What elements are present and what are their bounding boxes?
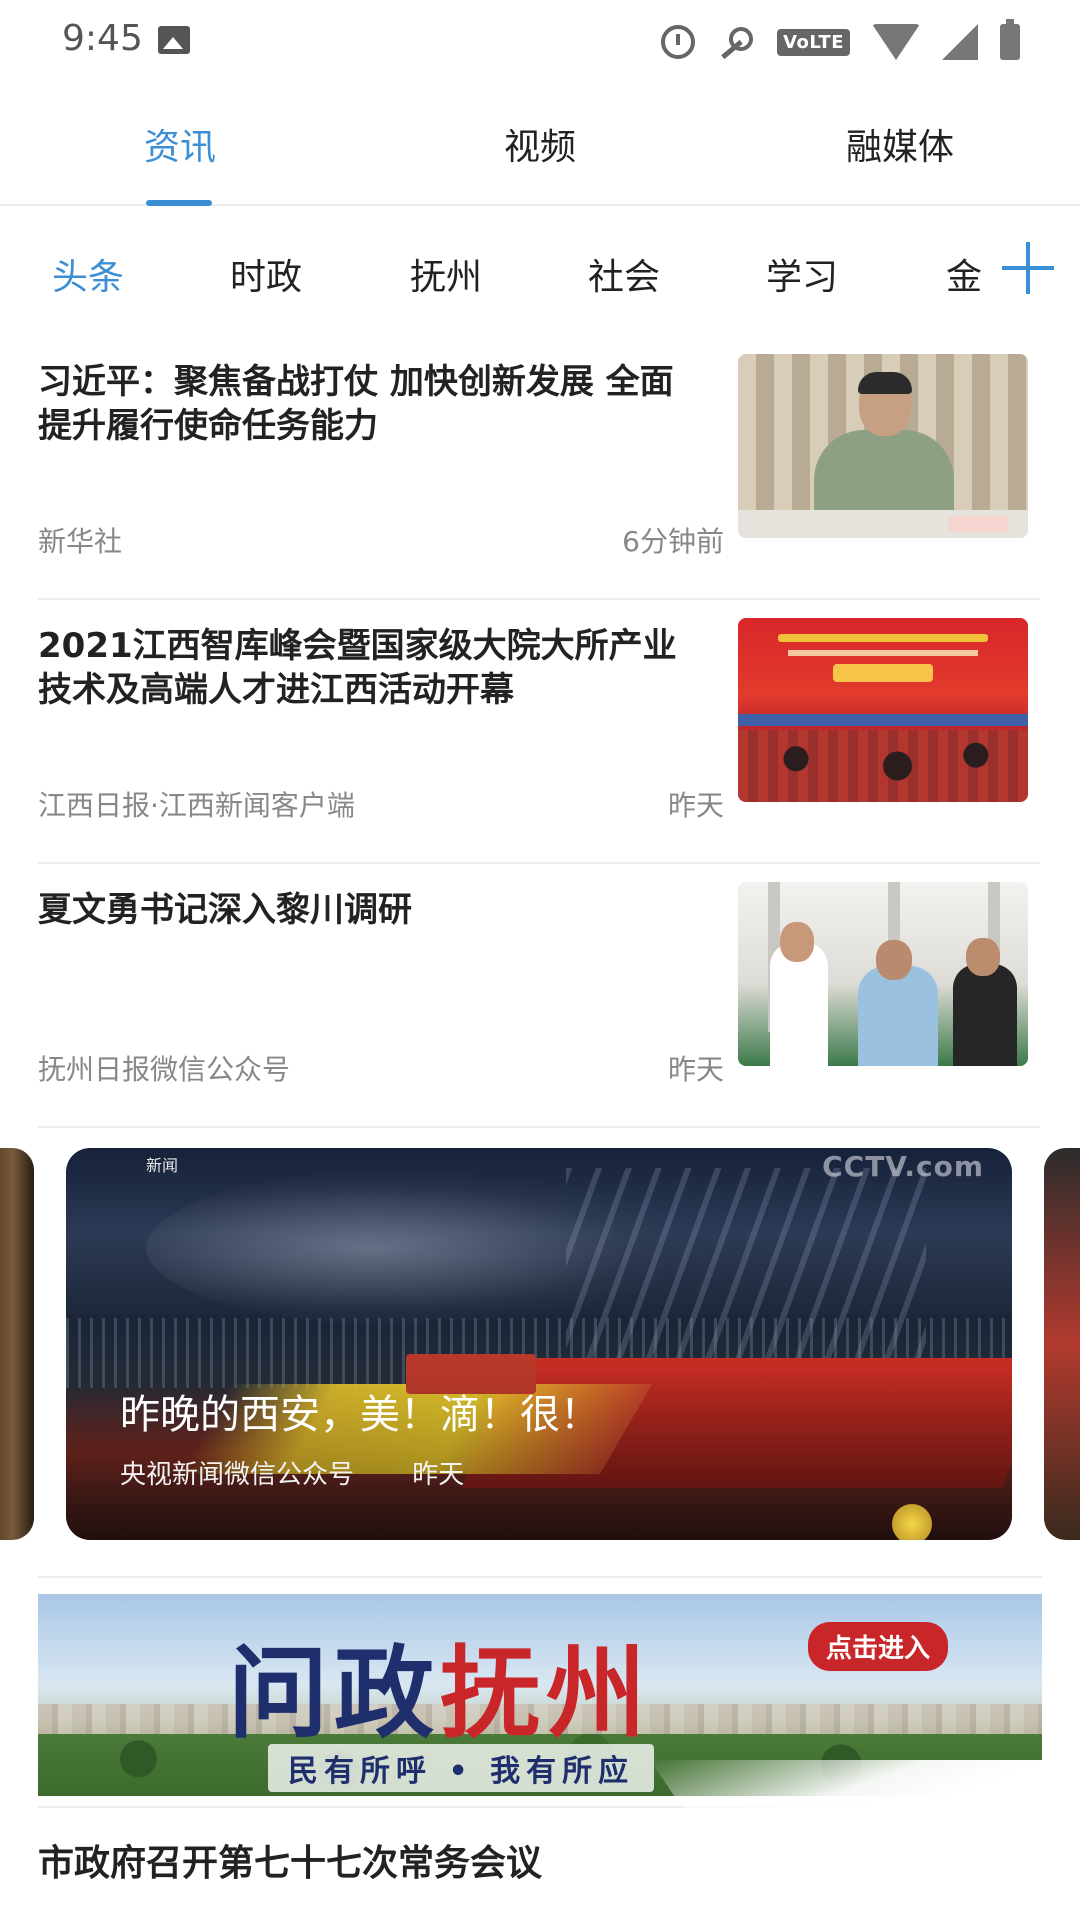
video-carousel[interactable]: 新闻 CCTV.com 昨晚的西安，美！滴！很！ 央视新闻微信公众号 昨天 — [0, 1148, 1080, 1540]
image-icon — [158, 26, 190, 54]
category-tab-study[interactable]: 学习 — [766, 248, 838, 300]
news-source: 江西日报·江西新闻客户端 — [38, 789, 355, 822]
vpn-key-icon — [717, 25, 755, 59]
status-bar: 9:45 VoLTE — [0, 0, 1080, 84]
signal-icon — [942, 24, 978, 60]
status-icons: VoLTE — [661, 19, 1020, 62]
card-corner-label: 新闻 — [146, 1156, 179, 1175]
category-tab-finance[interactable]: 金 — [946, 248, 982, 300]
news-time: 昨天 — [667, 1053, 724, 1086]
carousel-prev-card[interactable] — [0, 1148, 34, 1540]
divider — [38, 1576, 1042, 1578]
category-tab-bar: 头条 时政 抚州 社会 学习 金 — [0, 206, 1080, 336]
news-time: 昨天 — [667, 789, 724, 822]
carousel-next-card[interactable] — [1044, 1148, 1080, 1540]
wifi-icon — [872, 24, 920, 60]
carousel-card[interactable]: 新闻 CCTV.com 昨晚的西安，美！滴！很！ 央视新闻微信公众号 昨天 — [66, 1148, 1012, 1540]
news-thumbnail — [738, 354, 1028, 538]
news-item[interactable]: 习近平：聚焦备战打仗 加快创新发展 全面提升履行使命任务能力 新华社 6分钟前 — [38, 336, 1040, 600]
carousel-title: 昨晚的西安，美！滴！很！ — [120, 1392, 600, 1438]
news-item[interactable]: 夏文勇书记深入黎川调研 抚州日报微信公众号 昨天 — [38, 864, 1040, 1128]
carousel-meta: 央视新闻微信公众号 昨天 — [120, 1454, 464, 1491]
banner-title: 问政抚州 — [228, 1634, 652, 1752]
category-tab-fuzhou[interactable]: 抚州 — [410, 248, 482, 300]
category-tab-headlines[interactable]: 头条 — [52, 248, 124, 300]
news-title[interactable]: 市政府召开第七十七次常务会议 — [38, 1834, 542, 1886]
alarm-icon — [661, 25, 696, 59]
emblem-icon — [892, 1504, 932, 1540]
cctv-logo: CCTV.com — [822, 1150, 984, 1183]
carousel-time: 昨天 — [412, 1460, 465, 1490]
news-title: 夏文勇书记深入黎川调研 — [38, 890, 412, 930]
tab-media[interactable]: 融媒体 — [846, 118, 954, 170]
category-tab-society[interactable]: 社会 — [588, 248, 660, 300]
banner-slogan: 民有所呼 • 我有所应 — [268, 1744, 655, 1792]
enter-button[interactable]: 点击进入 — [808, 1622, 949, 1671]
add-category-icon[interactable] — [1002, 242, 1054, 294]
news-source: 抚州日报微信公众号 — [38, 1053, 291, 1086]
main-tab-bar: 资讯 视频 融媒体 — [0, 84, 1080, 206]
tab-news[interactable]: 资讯 — [144, 118, 216, 170]
news-title: 2021江西智库峰会暨国家级大院大所产业技术及高端人才进江西活动开幕 — [38, 626, 677, 710]
news-source: 新华社 — [38, 525, 123, 558]
category-tab-politics[interactable]: 时政 — [230, 248, 302, 300]
status-time: 9:45 — [62, 18, 143, 59]
volte-icon: VoLTE — [777, 28, 850, 56]
tab-video[interactable]: 视频 — [504, 118, 576, 170]
news-thumbnail — [738, 618, 1028, 802]
carousel-source: 央视新闻微信公众号 — [120, 1460, 355, 1490]
battery-icon — [1000, 19, 1020, 60]
news-thumbnail — [738, 882, 1028, 1066]
page-curl-overlay — [650, 1760, 1080, 1920]
news-time: 6分钟前 — [622, 525, 724, 558]
news-title: 习近平：聚焦备战打仗 加快创新发展 全面提升履行使命任务能力 — [38, 362, 674, 446]
news-item[interactable]: 2021江西智库峰会暨国家级大院大所产业技术及高端人才进江西活动开幕 江西日报·… — [38, 600, 1040, 864]
